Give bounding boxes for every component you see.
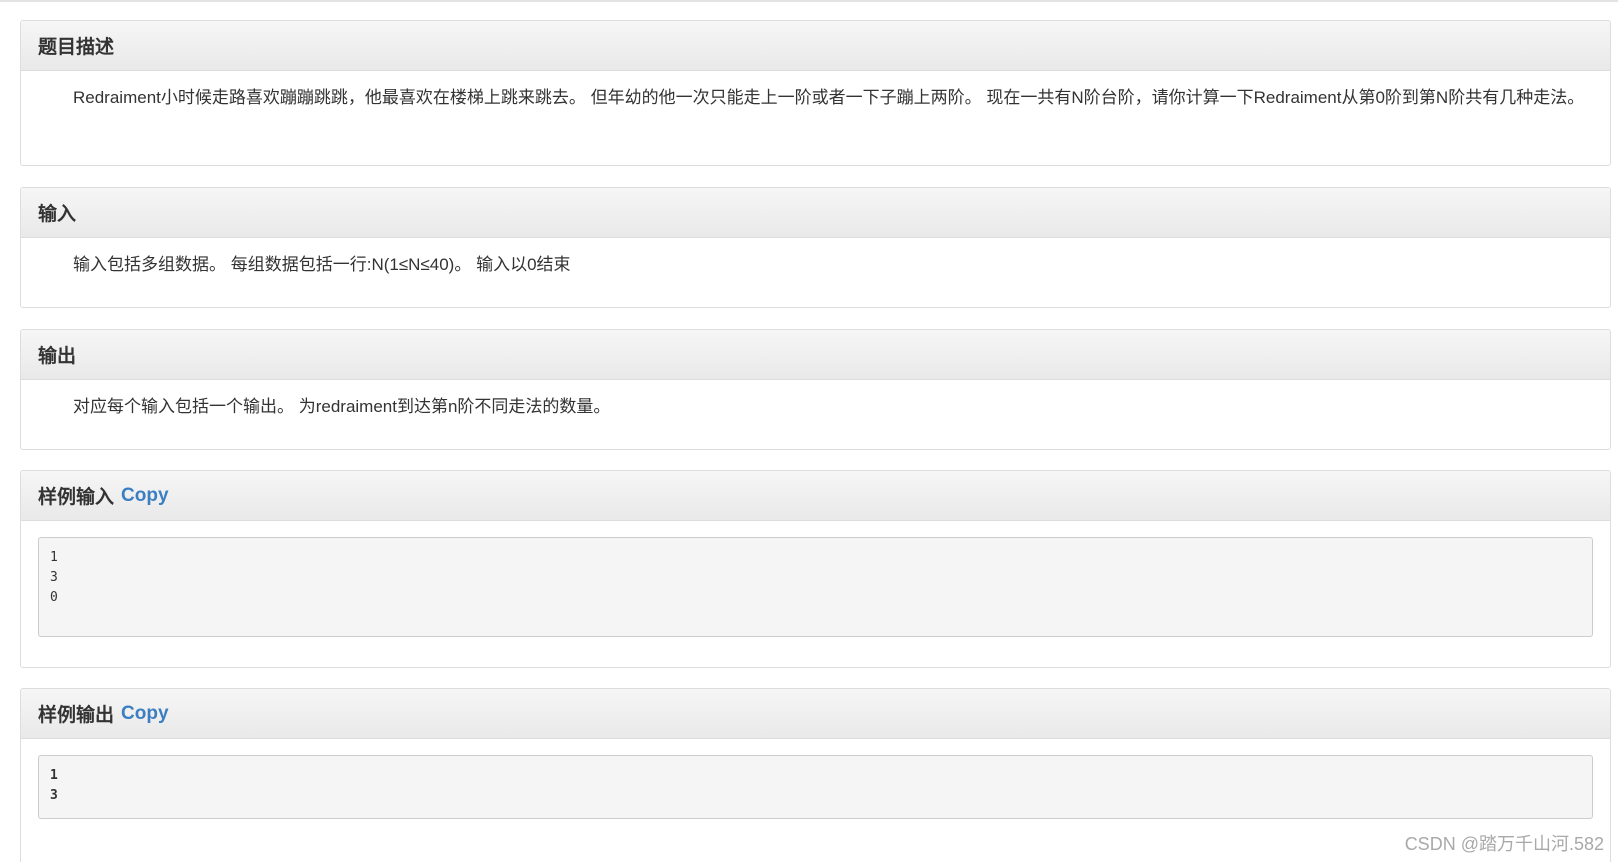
sample-input-code: 1 3 0 — [38, 537, 1593, 637]
description-heading: 题目描述 — [21, 21, 1610, 71]
sample-output-code: 1 3 — [38, 755, 1593, 819]
problem-page: 题目描述 Redraiment小时候走路喜欢蹦蹦跳跳，他最喜欢在楼梯上跳来跳去。… — [0, 0, 1618, 862]
sample-output-heading: 样例输出 Copy — [21, 689, 1610, 739]
description-text: Redraiment小时候走路喜欢蹦蹦跳跳，他最喜欢在楼梯上跳来跳去。 但年幼的… — [73, 88, 1585, 107]
output-body: 对应每个输入包括一个输出。 为redraiment到达第n阶不同走法的数量。 — [21, 380, 1610, 433]
input-text: 输入包括多组数据。 每组数据包括一行:N(1≤N≤40)。 输入以0结束 — [73, 255, 571, 274]
sample-input-panel: 样例输入 Copy 1 3 0 — [20, 470, 1611, 668]
sample-input-heading: 样例输入 Copy — [21, 471, 1610, 521]
description-body: Redraiment小时候走路喜欢蹦蹦跳跳，他最喜欢在楼梯上跳来跳去。 但年幼的… — [21, 71, 1610, 124]
csdn-watermark: CSDN @踏万千山河.582 — [1404, 834, 1604, 854]
input-title: 输入 — [38, 204, 77, 225]
sample-output-body: 1 3 — [21, 739, 1610, 835]
input-heading: 输入 — [21, 188, 1610, 238]
description-title: 题目描述 — [38, 37, 115, 58]
output-text: 对应每个输入包括一个输出。 为redraiment到达第n阶不同走法的数量。 — [73, 397, 611, 416]
sample-input-title: 样例输入 — [38, 487, 115, 508]
output-title: 输出 — [38, 346, 77, 367]
sample-output-copy-link[interactable]: Copy — [121, 703, 169, 725]
description-panel: 题目描述 Redraiment小时候走路喜欢蹦蹦跳跳，他最喜欢在楼梯上跳来跳去。… — [20, 20, 1611, 166]
output-heading: 输出 — [21, 330, 1610, 380]
input-panel: 输入 输入包括多组数据。 每组数据包括一行:N(1≤N≤40)。 输入以0结束 — [20, 187, 1611, 308]
output-panel: 输出 对应每个输入包括一个输出。 为redraiment到达第n阶不同走法的数量… — [20, 329, 1611, 450]
sample-output-panel: 样例输出 Copy 1 3 — [20, 688, 1611, 862]
sample-input-copy-link[interactable]: Copy — [121, 485, 169, 507]
input-body: 输入包括多组数据。 每组数据包括一行:N(1≤N≤40)。 输入以0结束 — [21, 238, 1610, 291]
sample-output-title: 样例输出 — [38, 705, 115, 726]
sample-input-body: 1 3 0 — [21, 521, 1610, 653]
